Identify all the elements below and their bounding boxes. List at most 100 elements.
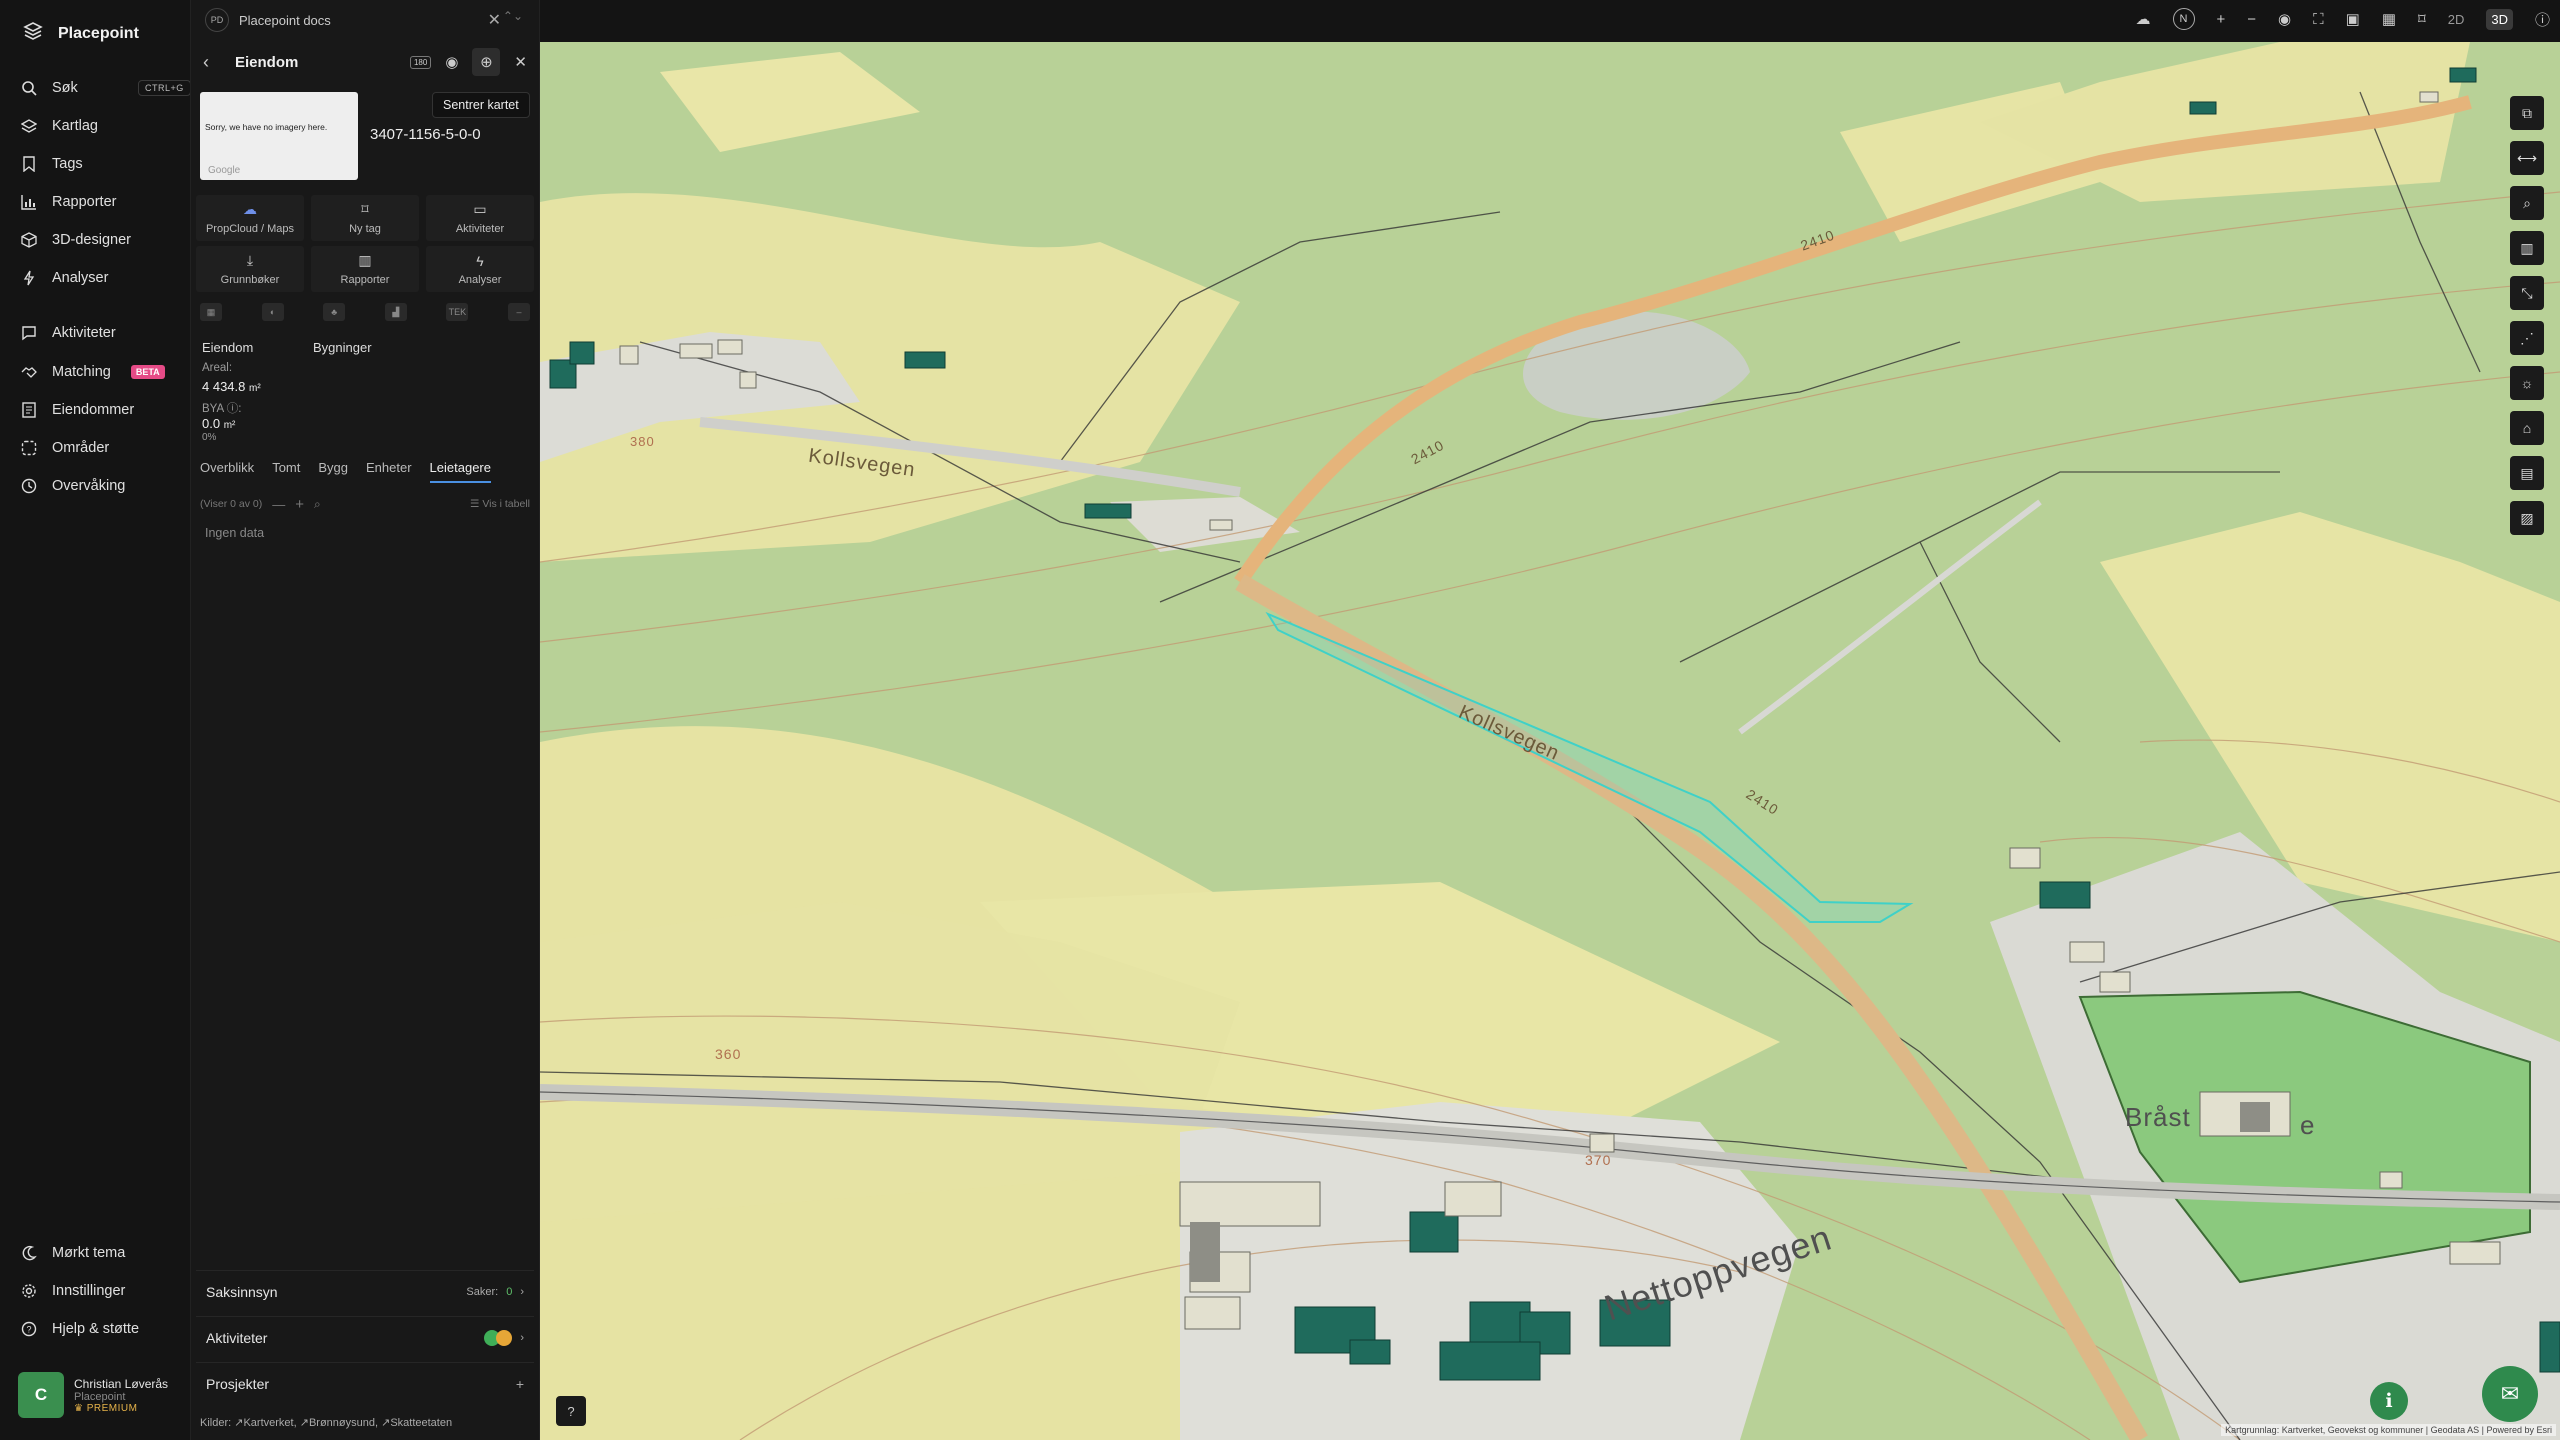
nav-item-kartlag[interactable]: Kartlag [20, 112, 170, 140]
action-analyser[interactable]: ϟ Analyser [426, 246, 534, 292]
nav-item-label: Hjelp & støtte [52, 1321, 140, 1337]
city-icon[interactable]: ▤ [2510, 456, 2544, 490]
minus-layer-icon[interactable]: – [507, 303, 530, 321]
sun-icon[interactable]: ☼ [2510, 366, 2544, 400]
tek-layer-icon[interactable]: TEK [446, 303, 469, 321]
grid-layer-icon[interactable]: ▦ [200, 303, 222, 321]
cloud-icon: ☁ [243, 201, 257, 217]
action-grunnboker[interactable]: ⤓ Grunnbøker [196, 246, 304, 292]
bookmark-icon[interactable]: ⌑ [2418, 10, 2426, 28]
compass-north-icon[interactable]: N [2172, 8, 2195, 30]
brand[interactable]: Placepoint [22, 20, 139, 47]
nav-item-3d-designer[interactable]: 3D-designer [20, 226, 170, 254]
crown-icon: ♛ [74, 1402, 87, 1414]
tab-tomt[interactable]: Tomt [272, 460, 300, 483]
streetview-thumbnail[interactable]: Sorry, we have no imagery here. Google [200, 92, 358, 180]
view-3d-button[interactable]: 3D [2486, 8, 2513, 30]
search-icon[interactable]: ⌕ [314, 497, 321, 512]
accordion-prosjekter[interactable]: Prosjekter + [196, 1362, 534, 1404]
building-icon[interactable]: ⌂ [2510, 411, 2544, 445]
action-propcloud[interactable]: ☁ PropCloud / Maps [196, 195, 304, 241]
nav-item-rapporter[interactable]: Rapporter [20, 188, 170, 216]
place-label: e [2300, 1110, 2316, 1140]
zoom-out-icon[interactable]: − [2247, 11, 2256, 28]
action-label: Ny tag [349, 223, 381, 235]
close-icon[interactable]: ✕ [488, 10, 501, 30]
help-button[interactable]: ? [556, 1396, 586, 1426]
measure-icon[interactable]: ⤡ [2510, 276, 2544, 310]
layer-search-icon[interactable]: ⌕ [2510, 186, 2544, 220]
action-rapporter[interactable]: ▥ Rapporter [311, 246, 419, 292]
elevation-icon[interactable]: ⋰ [2510, 321, 2544, 355]
nav-item-aktiviteter[interactable]: Aktiviteter [20, 319, 170, 347]
nav-item-search[interactable]: Søk CTRL+G [20, 74, 191, 102]
cloud-icon[interactable]: ☁ [2136, 10, 2151, 28]
user-profile[interactable]: C Christian Løverås Placepoint ♛ PREMIUM [18, 1372, 186, 1418]
zoom-in-icon[interactable]: + [2217, 11, 2226, 28]
nav-item-matching[interactable]: Matching BETA [20, 358, 190, 386]
accordion-saksinnsyn[interactable]: Saksinnsyn Saker: 0 › [196, 1270, 534, 1312]
fullscreen-icon[interactable]: ⛶ [2313, 11, 2324, 28]
nav-item-label: Mørkt tema [52, 1245, 126, 1261]
plus-icon[interactable]: + [295, 496, 304, 513]
info-icon[interactable]: ⓘ [2535, 9, 2550, 30]
action-ny-tag[interactable]: ⌑ Ny tag [311, 195, 419, 241]
action-label: PropCloud / Maps [205, 223, 295, 235]
tree-layer-icon[interactable]: ♣ [323, 303, 346, 321]
action-aktiviteter[interactable]: ▭ Aktiviteter [426, 195, 534, 241]
nav-item-analyser[interactable]: Analyser [20, 264, 170, 292]
close-panel-icon[interactable]: ✕ [514, 53, 527, 71]
plus-icon[interactable]: + [516, 1376, 524, 1392]
center-map-icon[interactable]: ⊕ [472, 48, 501, 76]
tab-enheter[interactable]: Enheter [366, 460, 412, 483]
question-icon: ? [20, 1320, 38, 1338]
image-icon[interactable]: ▨ [2510, 501, 2544, 535]
minus-icon[interactable]: — [272, 497, 285, 512]
ruler-icon[interactable]: ⟷ [2510, 141, 2544, 175]
section-bygninger[interactable]: Bygninger [313, 340, 372, 355]
nav-item-dark-theme[interactable]: Mørkt tema [20, 1239, 170, 1267]
section-eiendom[interactable]: Eiendom [202, 340, 253, 355]
view-180-icon[interactable]: 180 [409, 55, 432, 69]
nav-item-help[interactable]: ? Hjelp & støtte [20, 1315, 170, 1343]
view-2d-button[interactable]: 2D [2448, 12, 2465, 27]
bya-value: 0.0 m² [202, 416, 235, 431]
saker-summary: Saker: 0 › [466, 1286, 524, 1298]
nav-item-settings[interactable]: Innstillinger [20, 1277, 170, 1305]
table-view-button[interactable]: ☰ Vis i tabell [470, 498, 530, 510]
avatar-icon [496, 1329, 513, 1346]
globe-layer-icon[interactable]: ◐ [261, 303, 284, 321]
eye-icon[interactable]: ◉ [445, 53, 458, 71]
grid-icon[interactable]: ▦ [2382, 10, 2396, 28]
nav-item-omrader[interactable]: Områder [20, 434, 170, 462]
activity-avatars: › [484, 1329, 524, 1346]
source-skatteetaten[interactable]: ↗Skatteetaten [381, 1417, 452, 1429]
plan-label: PREMIUM [86, 1402, 138, 1414]
chat-button[interactable]: ✉ [2482, 1366, 2538, 1422]
map-topbar: ☁ N + − ◉ ⛶ ▣ ▦ ⌑ 2D 3D ⓘ [540, 0, 2560, 42]
chevron-updown-icon[interactable]: ⌃⌄ [503, 9, 523, 23]
chart-icon[interactable]: ▥ [2510, 231, 2544, 265]
eye-icon[interactable]: ◉ [2278, 10, 2291, 28]
accordion-aktiviteter[interactable]: Aktiviteter › [196, 1316, 534, 1358]
tab-bygg[interactable]: Bygg [318, 460, 348, 483]
nav-item-overvaking[interactable]: Overvåking [20, 472, 170, 500]
nav-item-tags[interactable]: Tags [20, 150, 170, 178]
back-arrow-icon[interactable]: ‹ [203, 52, 223, 73]
action-label: Analyser [458, 273, 502, 286]
panel-title: Eiendom [235, 53, 299, 71]
property-id: 3407-1156-5-0-0 [370, 126, 481, 143]
workspace-tab[interactable]: PD Placepoint docs ✕ ⌃⌄ [205, 6, 533, 34]
camera-icon[interactable]: ▣ [2346, 10, 2360, 28]
search-icon [20, 79, 38, 97]
source-kartverket[interactable]: ↗Kartverket, [234, 1417, 296, 1429]
tab-overblikk[interactable]: Overblikk [200, 460, 254, 483]
nav-item-eiendommer[interactable]: Eiendommer [20, 396, 170, 424]
info-icon[interactable]: i [2370, 1382, 2408, 1420]
source-bronnoysund[interactable]: ↗Brønnøysund, [300, 1417, 378, 1429]
map-view[interactable]: Kollsvegen Kollsvegen Nettoppvegen Bråst… [540, 42, 2560, 1440]
layers-stack-icon[interactable]: ⧉ [2510, 96, 2544, 130]
steps-layer-icon[interactable]: ▟ [384, 303, 407, 321]
action-label: Aktiviteter [455, 223, 505, 235]
tab-leietagere[interactable]: Leietagere [429, 460, 491, 483]
